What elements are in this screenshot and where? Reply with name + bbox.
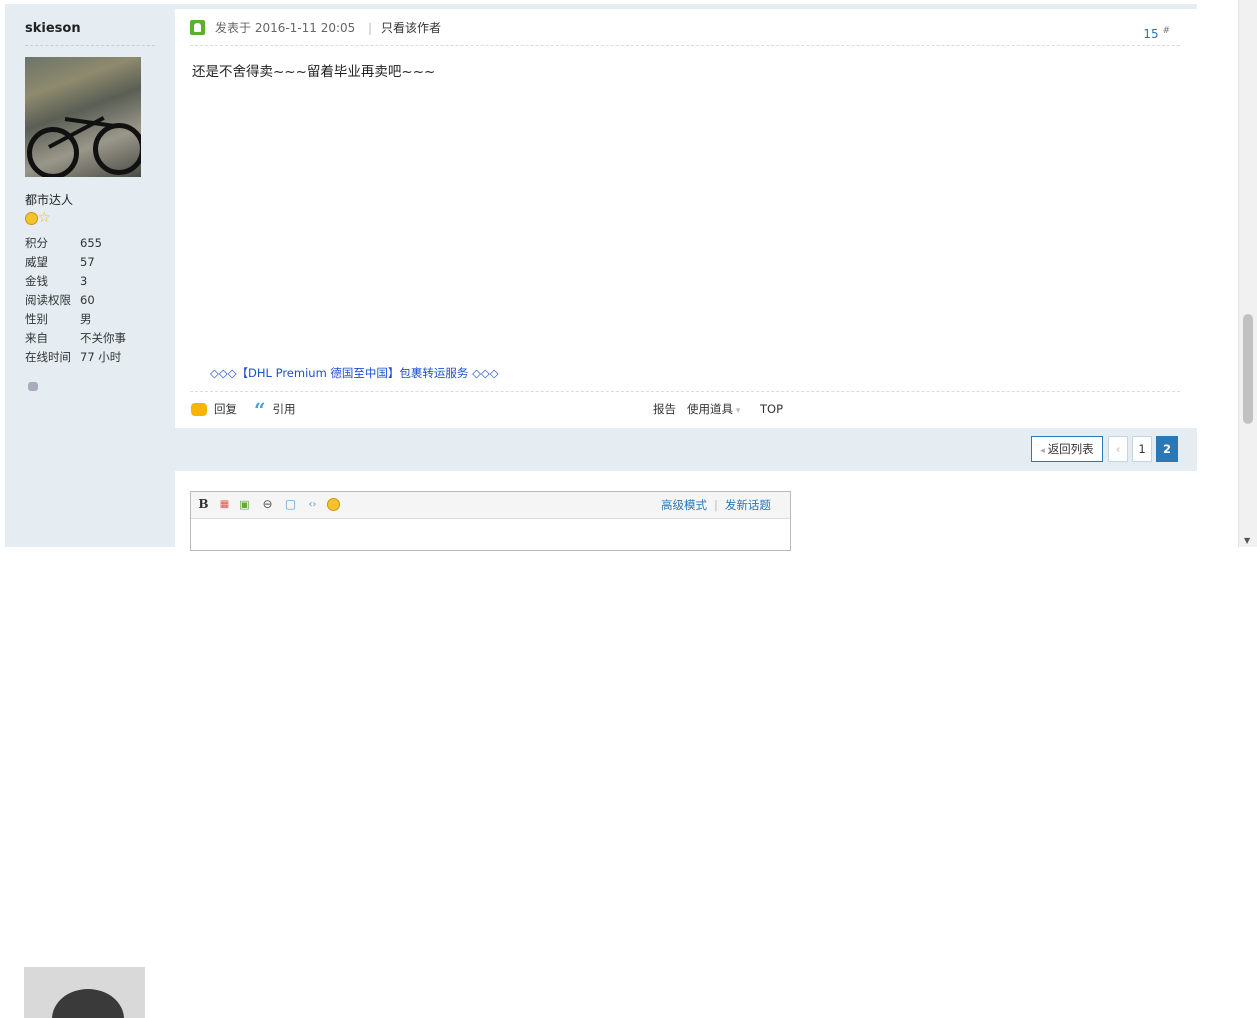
author-sidebar: skieson 都市达人 ☆ 积分 655 威望 57 金钱 3 阅读权限 60 性别 男… (5, 9, 175, 428)
stat-value: 655 (80, 236, 102, 250)
stat-row: 阅读权限 60 (25, 291, 126, 310)
star-icon: ☆ (38, 210, 51, 226)
floor-mark: # (1162, 26, 1170, 36)
stat-label: 阅读权限 (25, 293, 71, 307)
stat-row: 积分 655 (25, 234, 126, 253)
editor-toolbar: B ▦ ▣ ⊖ ▢ ‹› 高级模式 | 发新话题 (191, 492, 790, 519)
smile-icon (25, 212, 38, 225)
back-label: 返回列表 (1047, 442, 1094, 456)
image-icon[interactable]: ▣ (238, 498, 251, 511)
send-message-icon[interactable] (28, 382, 38, 391)
stat-row: 威望 57 (25, 253, 126, 272)
separator: | (368, 21, 373, 35)
online-user-icon (190, 20, 205, 35)
stat-label: 积分 (25, 236, 48, 250)
thread-page: skieson 都市达人 ☆ 积分 655 威望 57 金钱 3 阅读权限 60 性别 男… (5, 0, 1197, 1018)
reply-sidebar (5, 471, 175, 1018)
page-2-current: 2 (1156, 436, 1178, 462)
use-tools-menu[interactable]: 使用道具 ▾ (687, 401, 740, 419)
divider (190, 45, 1180, 46)
bike-wheel (93, 123, 141, 175)
avatar-figure (52, 989, 124, 1018)
only-author-link[interactable]: 只看该作者 (381, 19, 441, 37)
vertical-scrollbar[interactable]: ▼ (1238, 0, 1257, 547)
stat-value: 57 (80, 255, 95, 269)
stat-row: 性别 男 (25, 310, 126, 329)
reply-icon (191, 403, 207, 416)
post-header: 发表于 2016-1-11 20:05 | 只看该作者 15 # (190, 19, 1180, 41)
floor-number[interactable]: 15 # (1143, 22, 1170, 43)
author-username[interactable]: skieson (25, 21, 81, 36)
code-icon[interactable]: ‹› (306, 498, 319, 511)
back-to-list-button[interactable]: ◂ 返回列表 (1031, 436, 1103, 462)
post-date: 发表于 2016-1-11 20:05 (215, 21, 356, 35)
reply-button[interactable]: 回复 (191, 401, 237, 417)
stat-label: 威望 (25, 255, 48, 269)
scrollbar-thumb[interactable] (1243, 314, 1253, 424)
stat-row: 来自 不关你事 (25, 329, 126, 348)
stat-value: 男 (80, 312, 92, 326)
quick-reply-editor: B ▦ ▣ ⊖ ▢ ‹› 高级模式 | 发新话题 (190, 491, 791, 551)
floor-value: 15 (1143, 27, 1159, 41)
separator: | (714, 498, 718, 512)
promo-link[interactable]: ◇◇◇【DHL Premium 德国至中国】包裹转运服务 ◇◇◇ (210, 365, 499, 381)
top-link[interactable]: TOP (760, 401, 783, 417)
chevron-left-icon: ◂ (1040, 446, 1048, 456)
author-avatar[interactable] (25, 57, 141, 177)
author-group[interactable]: 都市达人 (25, 191, 73, 208)
use-tools-label: 使用道具 (687, 402, 733, 416)
smiley-icon[interactable] (327, 498, 340, 511)
page-1-link[interactable]: 1 (1132, 436, 1152, 462)
prev-page-button[interactable]: ‹ (1108, 436, 1128, 462)
quote-bubble-icon[interactable]: ▢ (284, 498, 297, 511)
stat-label: 性别 (25, 312, 48, 326)
link-icon[interactable]: ⊖ (261, 498, 274, 511)
stat-label: 来自 (25, 331, 48, 345)
stat-label: 在线时间 (25, 350, 71, 364)
stat-value: 不关你事 (80, 331, 126, 345)
advanced-mode-link[interactable]: 高级模式 (661, 498, 707, 512)
scroll-down-icon[interactable]: ▼ (1244, 536, 1250, 545)
author-stats: 积分 655 威望 57 金钱 3 阅读权限 60 性别 男 来自 不关你事 在线时间 77 … (25, 234, 126, 367)
stat-value: 60 (80, 293, 95, 307)
stat-value: 3 (80, 274, 88, 288)
bold-icon[interactable]: B (197, 498, 210, 511)
stat-row: 金钱 3 (25, 272, 126, 291)
top-divider (5, 4, 1197, 9)
chevron-down-icon: ▾ (733, 406, 741, 416)
pager-bar: ◂ 返回列表 ‹ 1 2 (5, 428, 1197, 471)
editor-links: 高级模式 | 发新话题 (661, 497, 771, 513)
stat-label: 金钱 (25, 274, 48, 288)
current-user-avatar (24, 967, 145, 1018)
post-content: 还是不舍得卖~~~留着毕业再卖吧~~~ (192, 64, 436, 80)
stat-value: 77 小时 (80, 350, 122, 364)
stat-row: 在线时间 77 小时 (25, 348, 126, 367)
new-topic-link[interactable]: 发新话题 (725, 498, 771, 512)
divider (25, 45, 155, 46)
rank-stars: ☆ (25, 211, 51, 225)
divider (190, 391, 1180, 392)
quote-button[interactable]: “ 引用 (254, 397, 296, 422)
quote-icon: “ (254, 397, 266, 422)
quote-label: 引用 (272, 402, 296, 416)
reply-label: 回复 (214, 402, 237, 416)
report-link[interactable]: 报告 (653, 401, 676, 417)
color-icon[interactable]: ▦ (218, 498, 231, 511)
smiley-face (327, 498, 340, 511)
